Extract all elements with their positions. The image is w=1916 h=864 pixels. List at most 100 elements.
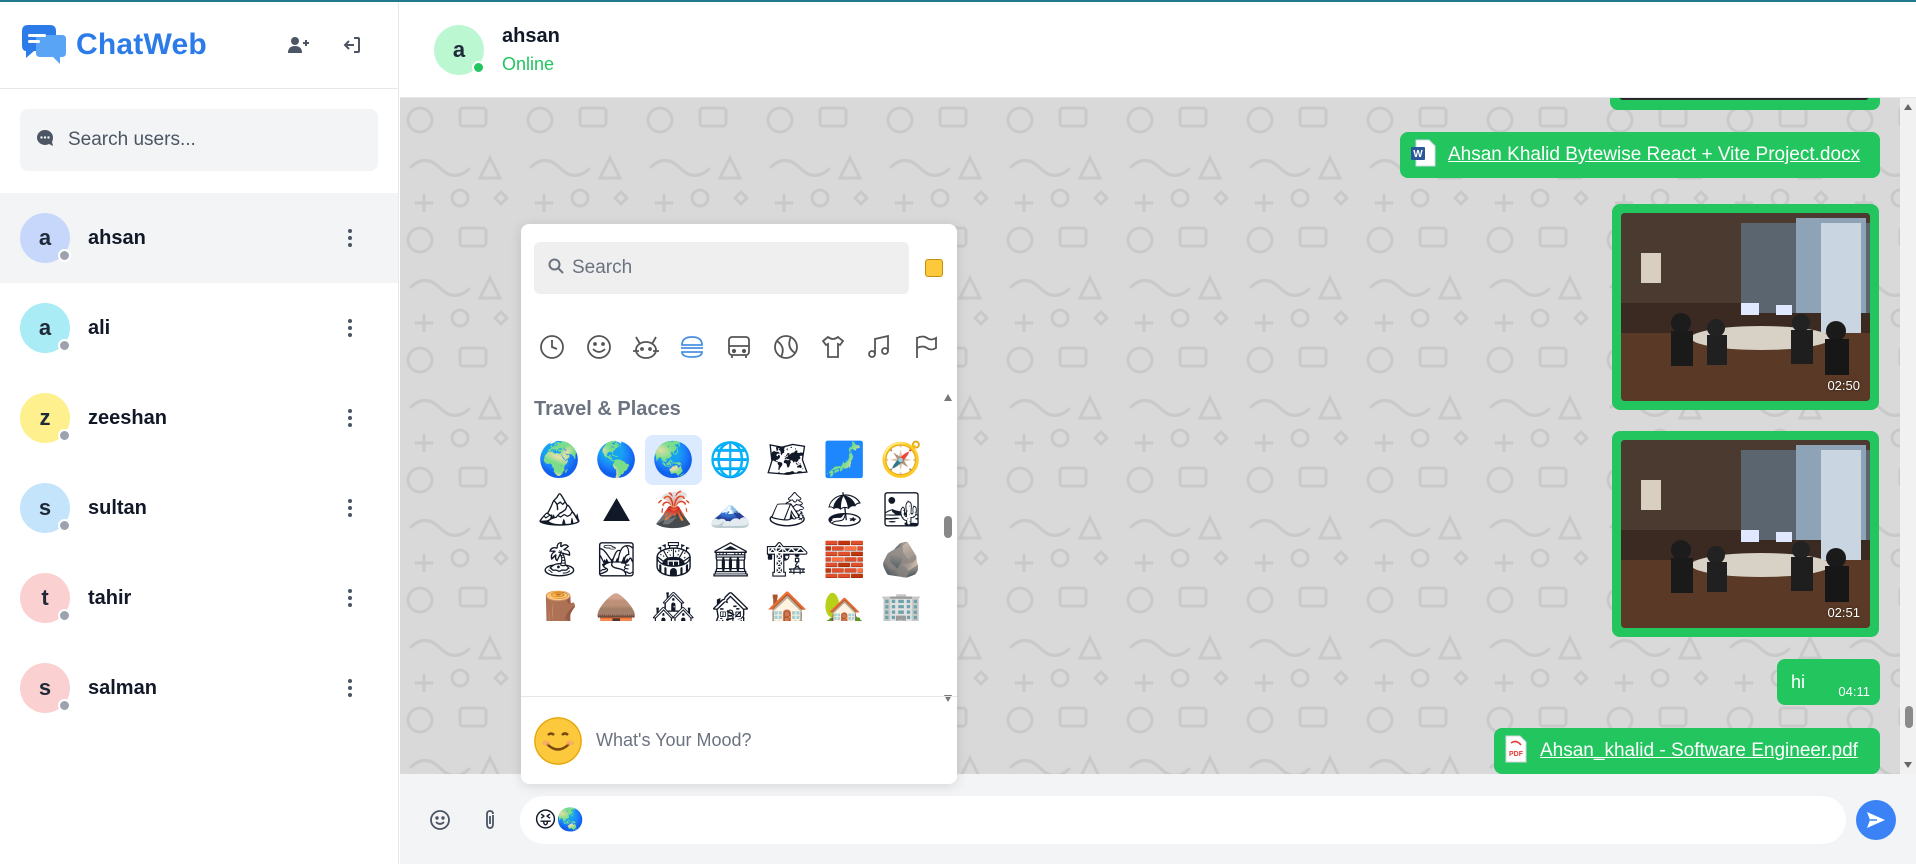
flags-icon[interactable]: [909, 330, 943, 364]
recent-icon[interactable]: [535, 330, 569, 364]
more-options-icon[interactable]: [340, 586, 360, 610]
user-search-box: [20, 109, 378, 171]
emoji-option[interactable]: 🌐: [702, 435, 759, 485]
message-composer: 😝🌏: [400, 774, 1916, 864]
more-options-icon[interactable]: [340, 406, 360, 430]
user-list-item[interactable]: a ahsan: [0, 193, 398, 283]
emoji-category-bar: [535, 330, 943, 364]
food-icon[interactable]: [675, 330, 709, 364]
user-list: a ahsan a ali z zeeshan s sultan t tahir s salman: [0, 193, 398, 733]
message-time: 04:11: [1838, 684, 1870, 699]
objects-icon[interactable]: [816, 330, 850, 364]
user-avatar: a: [20, 213, 71, 263]
emoji-option[interactable]: ⛰: [588, 485, 645, 535]
emoji-option[interactable]: 🪵: [531, 585, 588, 621]
more-options-icon[interactable]: [340, 316, 360, 340]
send-icon[interactable]: [1856, 800, 1896, 840]
image-message-partial[interactable]: [1610, 98, 1880, 110]
emoji-option[interactable]: 🗻: [702, 485, 759, 535]
smiley-icon[interactable]: [582, 330, 616, 364]
emoji-toggle-icon[interactable]: [420, 800, 460, 840]
file-message[interactable]: W Ahsan Khalid Bytewise React + Vite Pro…: [1400, 132, 1880, 178]
emoji-option[interactable]: 🏟: [645, 535, 702, 585]
smiling-face-icon: [534, 716, 582, 765]
emoji-scroll-up[interactable]: [944, 394, 952, 401]
emoji-option[interactable]: 🏔: [531, 485, 588, 535]
user-list-item[interactable]: t tahir: [0, 553, 398, 643]
skin-tone-picker[interactable]: [925, 259, 943, 277]
emoji-picker: Travel & Places 🌍🌎🌏🌐🗺🗾🧭 🏔⛰🌋🗻🏕🏖🏜 🏝🏞🏟🏛🏗🧱🪨 🪵🛖🏘…: [521, 224, 957, 784]
emoji-grid: 🌍🌎🌏🌐🗺🗾🧭🏔⛰🌋🗻🏕🏖🏜🏝🏞🏟🏛🏗🧱🪨🪵🛖🏘🏚🏠🏡🏢🏣🏤🏥🏦🏨🏩🏪: [531, 435, 931, 621]
image-message[interactable]: 02:50: [1612, 204, 1879, 410]
travel-icon[interactable]: [722, 330, 756, 364]
contact-name: ahsan: [502, 24, 560, 47]
emoji-option[interactable]: 🏘: [645, 585, 702, 621]
emoji-option[interactable]: 🏖: [816, 485, 873, 535]
emoji-option[interactable]: 🏡: [816, 585, 873, 621]
app-title: ChatWeb: [76, 28, 207, 61]
more-options-icon[interactable]: [340, 676, 360, 700]
emoji-search-input[interactable]: [572, 257, 895, 279]
more-options-icon[interactable]: [340, 226, 360, 250]
message-input[interactable]: 😝🌏: [520, 796, 1846, 844]
user-list-item[interactable]: s salman: [0, 643, 398, 733]
emoji-option[interactable]: 🏚: [702, 585, 759, 621]
file-link-pdf[interactable]: Ahsan_khalid - Software Engineer.pdf: [1540, 740, 1858, 762]
scroll-thumb[interactable]: [1905, 706, 1913, 728]
emoji-option[interactable]: 🧭: [873, 435, 930, 485]
image-message[interactable]: 02:51: [1612, 431, 1879, 637]
offline-status-dot: [58, 609, 71, 622]
logout-icon[interactable]: [340, 33, 364, 57]
office-photo[interactable]: 02:50: [1621, 213, 1870, 401]
scroll-up-arrow[interactable]: [1904, 104, 1912, 110]
emoji-option[interactable]: 🧱: [816, 535, 873, 585]
animal-icon[interactable]: [629, 330, 663, 364]
add-user-icon[interactable]: [286, 33, 310, 57]
user-avatar-initial: s: [38, 675, 52, 700]
user-name: salman: [88, 676, 157, 699]
message-scrollbar[interactable]: [1900, 98, 1916, 774]
emoji-scrollbar[interactable]: [941, 394, 955, 702]
emoji-option[interactable]: 🗺: [759, 435, 816, 485]
emoji-option[interactable]: 🏜: [873, 485, 930, 535]
emoji-search-box: [534, 242, 909, 294]
paperclip-icon[interactable]: [470, 800, 510, 840]
online-status-dot: [472, 60, 485, 74]
emoji-option[interactable]: 🏛: [702, 535, 759, 585]
emoji-option[interactable]: 🛖: [588, 585, 645, 621]
user-name: zeeshan: [88, 406, 167, 429]
more-options-icon[interactable]: [340, 496, 360, 520]
contact-avatar[interactable]: a: [434, 24, 485, 75]
activity-icon[interactable]: [769, 330, 803, 364]
emoji-option[interactable]: 🏝: [531, 535, 588, 585]
user-list-item[interactable]: a ali: [0, 283, 398, 373]
emoji-option[interactable]: 🗾: [816, 435, 873, 485]
emoji-option[interactable]: 🏞: [588, 535, 645, 585]
emoji-option[interactable]: 🏗: [759, 535, 816, 585]
text-message[interactable]: hi 04:11: [1777, 659, 1880, 705]
user-name: ali: [88, 316, 111, 339]
emoji-scroll-thumb[interactable]: [944, 516, 952, 538]
emoji-option[interactable]: 🏕: [759, 485, 816, 535]
word-document-icon: W: [1410, 139, 1436, 172]
user-list-item[interactable]: s sultan: [0, 463, 398, 553]
emoji-option[interactable]: 🌎: [588, 435, 645, 485]
emoji-option[interactable]: 🌏: [645, 435, 702, 485]
user-avatar: a: [20, 303, 71, 353]
user-search-input[interactable]: [68, 129, 362, 151]
emoji-option[interactable]: 🌋: [645, 485, 702, 535]
user-avatar-initial: a: [38, 225, 52, 250]
file-link-docx[interactable]: Ahsan Khalid Bytewise React + Vite Proje…: [1448, 144, 1860, 166]
scroll-down-arrow[interactable]: [1904, 762, 1912, 768]
user-avatar: s: [20, 663, 71, 713]
emoji-option[interactable]: 🌍: [531, 435, 588, 485]
symbols-icon[interactable]: [862, 330, 896, 364]
user-avatar: t: [20, 573, 71, 623]
user-list-item[interactable]: z zeeshan: [0, 373, 398, 463]
office-photo[interactable]: 02:51: [1621, 440, 1870, 628]
user-name: tahir: [88, 586, 132, 609]
emoji-option[interactable]: 🏢: [873, 585, 930, 621]
file-message[interactable]: PDF Ahsan_khalid - Software Engineer.pdf: [1494, 728, 1880, 774]
emoji-option[interactable]: 🏠: [759, 585, 816, 621]
emoji-option[interactable]: 🪨: [873, 535, 930, 585]
